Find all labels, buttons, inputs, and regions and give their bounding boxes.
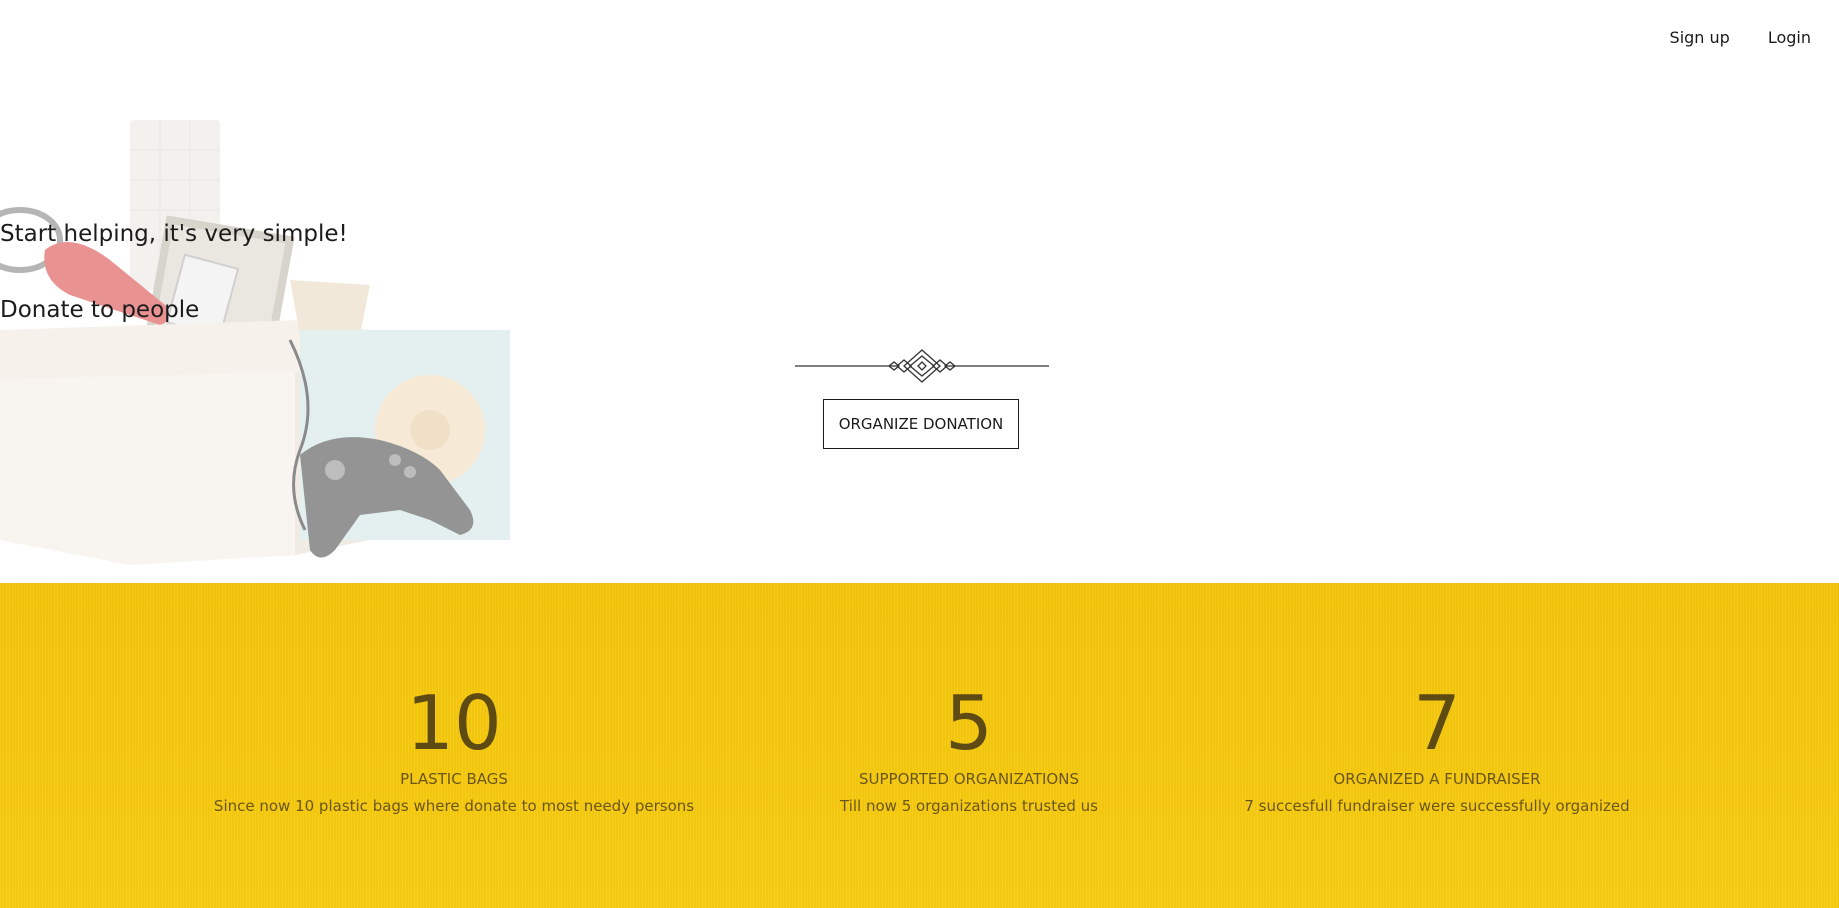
login-link[interactable]: Login xyxy=(1768,28,1811,47)
stat-number: 7 xyxy=(1413,679,1461,767)
stat-number: 10 xyxy=(406,679,502,767)
decorative-divider-icon xyxy=(795,349,1049,383)
donation-box-image xyxy=(0,120,510,565)
stats-section: 10 PLASTIC BAGS Since now 10 plastic bag… xyxy=(0,583,1839,908)
stat-description: 7 succesfull fundraiser were successfull… xyxy=(1244,797,1630,815)
stat-label: PLASTIC BAGS xyxy=(400,770,508,788)
page: Start helping, it's very simple! Donate … xyxy=(0,0,1839,908)
stat-organized-fundraiser: 7 ORGANIZED A FUNDRAISER 7 succesfull fu… xyxy=(1157,583,1717,815)
hero-subtitle: Donate to people xyxy=(0,297,200,323)
hero-section: Start helping, it's very simple! Donate … xyxy=(0,0,1839,583)
hero-title: Start helping, it's very simple! xyxy=(0,221,348,247)
stat-description: Since now 10 plastic bags where donate t… xyxy=(213,797,695,815)
top-nav: Sign up Login xyxy=(1670,28,1811,47)
organize-donation-button[interactable]: ORGANIZE DONATION xyxy=(823,399,1019,449)
signup-link[interactable]: Sign up xyxy=(1670,28,1730,47)
stat-plastic-bags: 10 PLASTIC BAGS Since now 10 plastic bag… xyxy=(174,583,734,815)
stat-label: ORGANIZED A FUNDRAISER xyxy=(1333,770,1541,788)
